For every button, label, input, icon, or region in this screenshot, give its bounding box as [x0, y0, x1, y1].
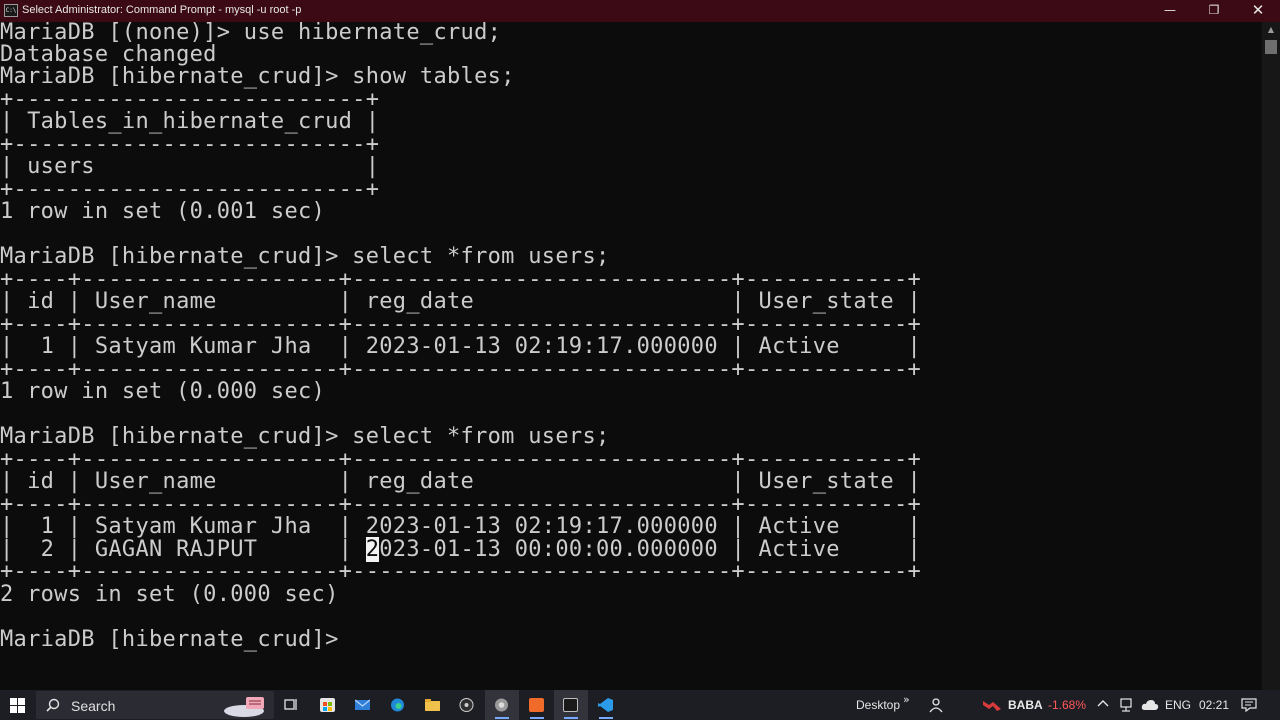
console-line: 1 row in set (0.000 sec): [0, 379, 326, 404]
network-icon[interactable]: [1118, 697, 1134, 713]
edge-icon: [391, 698, 404, 712]
vscode-icon: [598, 698, 613, 712]
console-line: MariaDB [hibernate_crud]> select *from u…: [0, 424, 610, 449]
search-highlight-illustration-icon: [224, 697, 264, 717]
cmd-button[interactable]: [554, 690, 588, 720]
console-line: +----+-------------------+--------------…: [0, 267, 922, 292]
chrome-icon: [495, 698, 508, 712]
start-button[interactable]: [0, 690, 34, 720]
sublime-icon: [529, 698, 544, 712]
maximize-button[interactable]: ❐: [1192, 0, 1236, 22]
console-line: 1 row in set (0.001 sec): [0, 199, 326, 224]
console-line: MariaDB [hibernate_crud]> select *from u…: [0, 244, 610, 269]
console-line: | 1 | Satyam Kumar Jha | 2023-01-13 02:1…: [0, 334, 922, 359]
console-line: | users |: [0, 154, 380, 179]
console-line: +--------------------------+: [0, 132, 380, 157]
sublime-button[interactable]: [520, 690, 554, 720]
taskbar-search-box[interactable]: Search: [36, 691, 274, 719]
cmd-icon: [563, 698, 578, 712]
scrollbar-thumb[interactable]: [1265, 40, 1277, 54]
search-icon: [46, 698, 60, 712]
chrome-button[interactable]: [485, 690, 519, 720]
running-app-indicator: [530, 717, 544, 719]
console-line: +----+-------------------+--------------…: [0, 312, 922, 337]
edge-button[interactable]: [381, 690, 415, 720]
desktop-screen: C:\ Select Administrator: Command Prompt…: [0, 0, 1280, 720]
vertical-scrollbar[interactable]: ▲: [1262, 22, 1280, 690]
onedrive-cloud-icon[interactable]: [1141, 698, 1159, 712]
console-line: +----+-------------------+--------------…: [0, 559, 922, 584]
show-hidden-icons-chevron-icon[interactable]: [1096, 696, 1110, 710]
console-line: | 1 | Satyam Kumar Jha | 2023-01-13 02:1…: [0, 514, 922, 539]
mail-button[interactable]: [346, 690, 380, 720]
minimize-button[interactable]: —: [1148, 0, 1192, 22]
windows-logo-icon: [10, 698, 25, 713]
window-title: Select Administrator: Command Prompt - m…: [22, 4, 302, 16]
store-button[interactable]: [311, 690, 345, 720]
vscode-button[interactable]: [589, 690, 623, 720]
console-line: 2 rows in set (0.000 sec): [0, 582, 339, 607]
search-label: Search: [71, 698, 116, 714]
stock-down-icon: [983, 701, 1001, 711]
obs-icon: [459, 698, 474, 712]
toolbar-overflow-chevron-icon[interactable]: »: [903, 693, 910, 706]
file-explorer-button[interactable]: [416, 690, 450, 720]
console-line: +--------------------------+: [0, 177, 380, 202]
cmd-icon: C:\: [4, 4, 18, 17]
close-button[interactable]: ✕: [1236, 0, 1280, 22]
console-line: Database changed: [0, 42, 217, 67]
console-line: | id | User_name | reg_date | User_state…: [0, 289, 922, 314]
console-line: MariaDB [(none)]> use hibernate_crud;: [0, 22, 502, 45]
people-icon[interactable]: [928, 697, 944, 713]
store-icon: [320, 698, 335, 712]
console-line: +----+-------------------+--------------…: [0, 357, 922, 382]
console-line: | id | User_name | reg_date | User_state…: [0, 469, 922, 494]
notification-center-icon[interactable]: [1241, 697, 1257, 713]
console-line: | Tables_in_hibernate_crud |: [0, 109, 380, 134]
console-line: MariaDB [hibernate_crud]> show tables;: [0, 64, 515, 89]
stock-ticker[interactable]: BABA: [1008, 698, 1043, 712]
task-view-button[interactable]: [275, 690, 309, 720]
language-indicator[interactable]: ENG: [1165, 698, 1191, 712]
mail-icon: [355, 699, 370, 710]
console-line-with-cursor: | 2 | GAGAN RAJPUT | 2023-01-13 00:00:00…: [0, 537, 921, 562]
console-line: +----+-------------------+--------------…: [0, 492, 922, 517]
task-view-icon: [284, 699, 297, 710]
console-line: +--------------------------+: [0, 87, 380, 112]
clock[interactable]: 02:21: [1199, 698, 1229, 712]
obs-button[interactable]: [450, 690, 484, 720]
stock-change[interactable]: -1.68%: [1048, 698, 1086, 712]
active-app-indicator: [564, 717, 578, 719]
running-app-indicator: [599, 717, 613, 719]
console-line: +----+-------------------+--------------…: [0, 447, 922, 472]
desktop-toolbar-label[interactable]: Desktop: [856, 698, 900, 712]
console-prompt[interactable]: MariaDB [hibernate_crud]>: [0, 629, 352, 651]
active-app-indicator: [495, 717, 509, 719]
taskbar: Search Desktop » BABA -1.68% ENG 02:21: [0, 690, 1280, 720]
window-title-bar[interactable]: C:\ Select Administrator: Command Prompt…: [0, 0, 1280, 22]
file-explorer-icon: [425, 699, 440, 711]
console-output[interactable]: MariaDB [(none)]> use hibernate_crud; Da…: [0, 22, 1262, 690]
scroll-up-arrow-icon[interactable]: ▲: [1262, 22, 1280, 38]
